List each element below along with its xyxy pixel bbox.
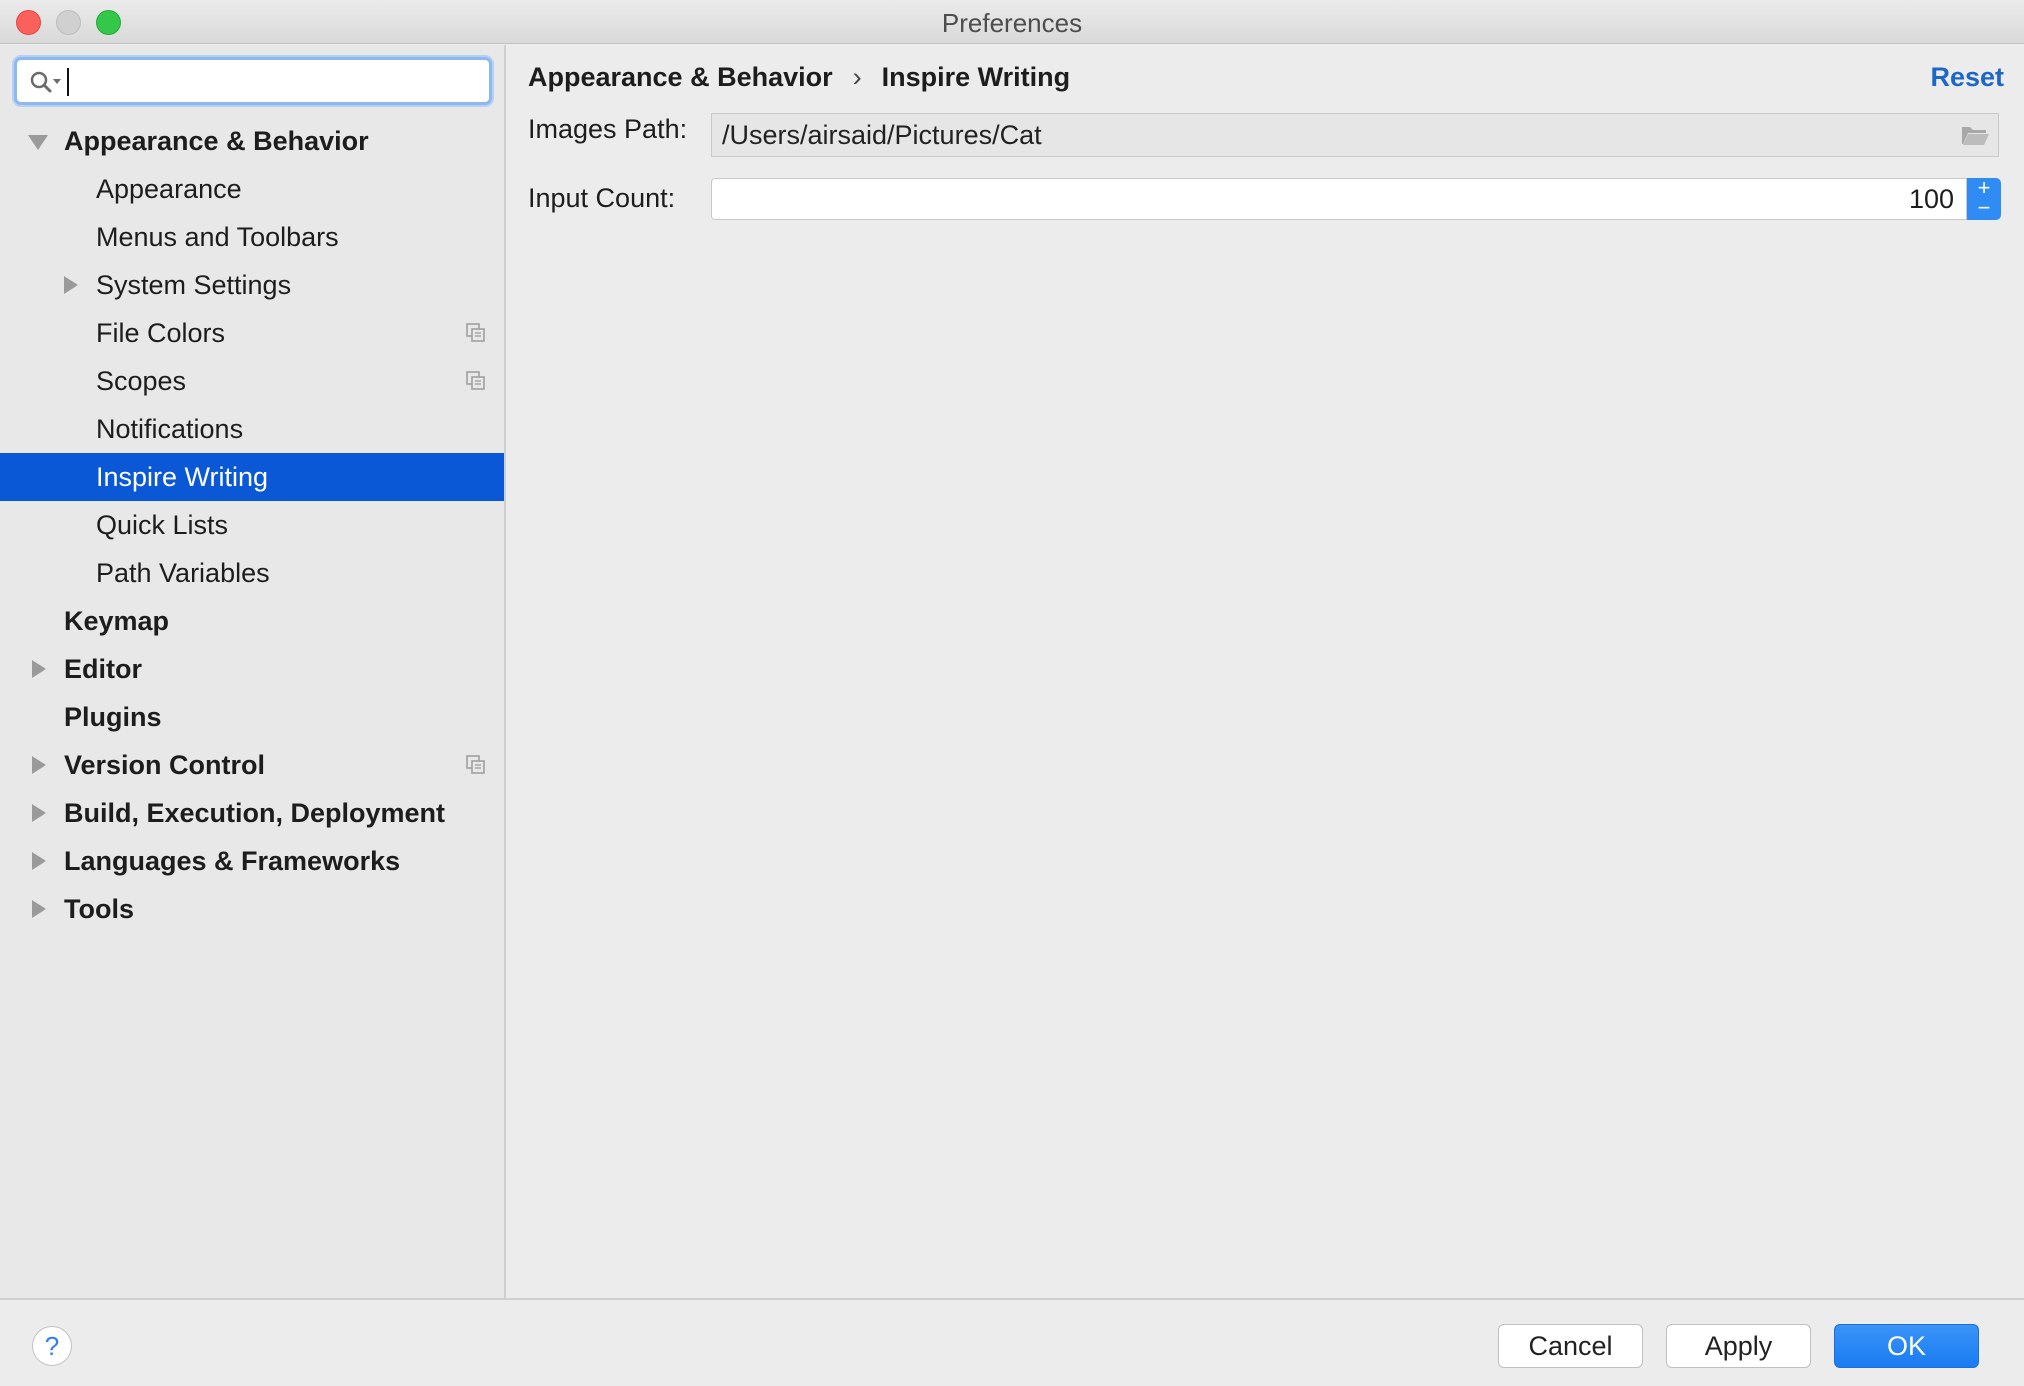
tree-item-file-colors[interactable]: File Colors bbox=[0, 309, 504, 357]
settings-content-panel: Appearance & Behavior › Inspire Writing Re… bbox=[508, 45, 2024, 1298]
apply-button[interactable]: Apply bbox=[1666, 1324, 1811, 1368]
tree-item-system-settings[interactable]: System Settings bbox=[0, 261, 504, 309]
tree-item-label: Tools bbox=[64, 894, 134, 924]
tree-item-label: Version Control bbox=[64, 750, 266, 780]
breadcrumb-current: Inspire Writing bbox=[881, 62, 1071, 92]
breadcrumb-separator: › bbox=[852, 62, 862, 92]
input-count-field[interactable]: 100 bbox=[711, 178, 1967, 220]
tree-item-keymap[interactable]: Keymap bbox=[0, 597, 504, 645]
tree-item-label: File Colors bbox=[96, 318, 226, 348]
tree-item-inspire-writing[interactable]: Inspire Writing bbox=[0, 453, 504, 501]
tree-item-label: Scopes bbox=[96, 366, 187, 396]
decrement-button[interactable]: − bbox=[1967, 197, 2001, 219]
search-icon[interactable] bbox=[29, 70, 65, 94]
tree-item-label: System Settings bbox=[96, 270, 292, 300]
tree-item-label: Appearance bbox=[96, 174, 242, 204]
tree-item-label: Path Variables bbox=[96, 558, 270, 588]
preferences-window: Preferences Appearance & Behavior Appeara… bbox=[0, 0, 2024, 1386]
project-level-icon bbox=[466, 755, 485, 774]
tree-item-appearance-behavior[interactable]: Appearance & Behavior bbox=[0, 117, 504, 165]
tree-item-quick-lists[interactable]: Quick Lists bbox=[0, 501, 504, 549]
tree-item-label: Menus and Toolbars bbox=[96, 222, 339, 252]
tree-item-scopes[interactable]: Scopes bbox=[0, 357, 504, 405]
title-bar: Preferences bbox=[0, 0, 2024, 44]
images-path-value: /Users/airsaid/Pictures/Cat bbox=[722, 120, 1042, 150]
help-button[interactable]: ? bbox=[32, 1326, 72, 1366]
input-count-label: Input Count: bbox=[528, 183, 676, 213]
tree-item-label: Inspire Writing bbox=[96, 462, 269, 492]
tree-item-label: Quick Lists bbox=[96, 510, 229, 540]
tree-item-label: Keymap bbox=[64, 606, 170, 636]
ok-button[interactable]: OK bbox=[1834, 1324, 1979, 1368]
tree-item-build-execution-deployment[interactable]: Build, Execution, Deployment bbox=[0, 789, 504, 837]
tree-item-notifications[interactable]: Notifications bbox=[0, 405, 504, 453]
text-cursor bbox=[67, 68, 69, 96]
tree-item-label: Plugins bbox=[64, 702, 162, 732]
cancel-button[interactable]: Cancel bbox=[1498, 1324, 1643, 1368]
tree-item-label: Editor bbox=[64, 654, 142, 684]
expand-arrow-icon[interactable] bbox=[28, 789, 48, 837]
tree-item-version-control[interactable]: Version Control bbox=[0, 741, 504, 789]
tree-item-path-variables[interactable]: Path Variables bbox=[0, 549, 504, 597]
expand-arrow-icon[interactable] bbox=[28, 741, 48, 789]
tree-item-plugins[interactable]: Plugins bbox=[0, 693, 504, 741]
tree-item-menus-and-toolbars[interactable]: Menus and Toolbars bbox=[0, 213, 504, 261]
project-level-icon bbox=[466, 371, 485, 390]
dialog-footer: ? Cancel Apply OK bbox=[0, 1298, 2024, 1386]
reset-link[interactable]: Reset bbox=[1930, 57, 2004, 97]
tree-item-label: Notifications bbox=[96, 414, 244, 444]
settings-search-field[interactable] bbox=[14, 57, 492, 105]
breadcrumb: Appearance & Behavior › Inspire Writing bbox=[528, 57, 1070, 97]
input-count-stepper[interactable]: + − bbox=[1967, 177, 2001, 220]
window-title: Preferences bbox=[941, 8, 1083, 38]
tree-item-label: Build, Execution, Deployment bbox=[64, 798, 446, 828]
expand-arrow-icon[interactable] bbox=[28, 645, 48, 693]
collapse-arrow-icon[interactable] bbox=[28, 117, 48, 165]
folder-open-icon[interactable] bbox=[1960, 122, 1990, 148]
tree-item-label: Appearance & Behavior bbox=[64, 126, 369, 156]
tree-item-appearance[interactable]: Appearance bbox=[0, 165, 504, 213]
expand-arrow-icon[interactable] bbox=[60, 261, 80, 309]
tree-item-tools[interactable]: Tools bbox=[0, 885, 504, 933]
tree-item-editor[interactable]: Editor bbox=[0, 645, 504, 693]
project-level-icon bbox=[466, 323, 485, 342]
tree-item-languages-frameworks[interactable]: Languages & Frameworks bbox=[0, 837, 504, 885]
expand-arrow-icon[interactable] bbox=[28, 885, 48, 933]
images-path-field[interactable]: /Users/airsaid/Pictures/Cat bbox=[711, 113, 1999, 157]
images-path-label: Images Path: bbox=[528, 114, 688, 144]
expand-arrow-icon[interactable] bbox=[28, 837, 48, 885]
tree-item-label: Languages & Frameworks bbox=[64, 846, 401, 876]
settings-sidebar: Appearance & Behavior Appearance Menus and… bbox=[0, 45, 506, 1298]
breadcrumb-parent[interactable]: Appearance & Behavior bbox=[528, 62, 833, 92]
